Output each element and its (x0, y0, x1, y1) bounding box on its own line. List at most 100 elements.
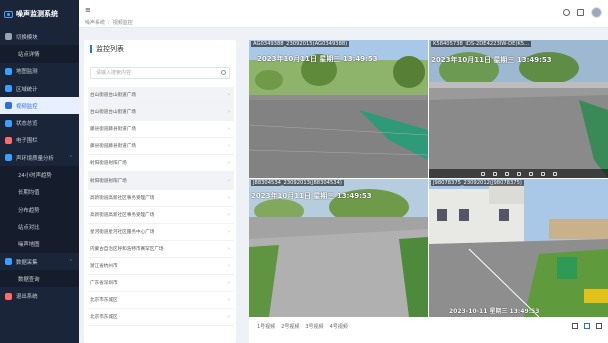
video-cell-1[interactable]: AG0349388_23092015(AG0349388) 2023年10月11… (249, 40, 428, 178)
video-control-bar (429, 169, 608, 178)
tab-video-4[interactable]: 4号视频 (330, 323, 348, 330)
video-cell-3[interactable]: J88304534_23092013(J88304534) 2023年10月11… (249, 179, 428, 317)
sidebar-item-label: 长期均值 (18, 190, 40, 197)
video-timestamp-3: 2023年10月11日 星期三 13:49:53 (251, 192, 372, 200)
brand-logo-icon (4, 10, 13, 18)
volume-icon[interactable] (540, 171, 545, 176)
monitor-icon (5, 119, 12, 127)
video-label-2: K58405738_iDS-2DE4223IW-DE(K5... (431, 41, 532, 47)
layout-quad-icon[interactable] (584, 323, 590, 329)
video-cell-2[interactable]: K58405738_iDS-2DE4223IW-DE(K5... 2023年10… (429, 40, 608, 178)
camera-icon (5, 102, 12, 110)
list-item-label: 星河街道星河社区服务中心广场 (90, 229, 155, 235)
layout-icons (572, 323, 602, 329)
snapshot-icon[interactable] (492, 171, 497, 176)
list-item[interactable]: 射阳街道射阳广场 › (88, 172, 234, 190)
sidebar-item-label: 声环境质量分析 (16, 155, 54, 162)
sidebar-item-1[interactable]: 站点详情 (0, 45, 79, 63)
monitor-list-panel: 监控列表 请输入搜索内容 台山街道台山街道广场 › 台山街道台山街道广场 › 藤县街道藤… (84, 40, 236, 343)
chevron-right-icon: › (228, 109, 230, 116)
tab-video-3[interactable]: 3号视频 (305, 323, 323, 330)
sidebar-item-0[interactable]: 切换模块 (0, 28, 79, 45)
layout-single-icon[interactable] (572, 323, 578, 329)
video-cell-4[interactable]: J98078375_23092012(J98078375) 2023-10-11… (429, 179, 608, 317)
list-item-label: 高新街道高新社区事务受理广场 (90, 195, 155, 201)
chevron-right-icon: › (228, 262, 230, 269)
chevron-right-icon: › (228, 194, 230, 201)
sidebar-item-label: 站点对比 (18, 224, 40, 231)
sidebar-item-15[interactable]: 退出系统 (0, 287, 79, 304)
list-item[interactable]: 台山街道台山街道广场 › (88, 104, 234, 122)
breadcrumb-home[interactable]: 噪声系统 (85, 20, 105, 26)
list-item[interactable]: 北京市东城区 › (88, 309, 234, 327)
sidebar-item-6[interactable]: 电子围栏 (0, 132, 79, 149)
chevron-right-icon: › (228, 160, 230, 167)
sidebar-item-2[interactable]: 地图监测 (0, 63, 79, 80)
list-item-label: 高新街道高新社区事务受理广场 (90, 212, 155, 218)
list-item[interactable]: 藤县街道藤县街道广场 › (88, 138, 234, 156)
video-timestamp-2: 2023年10月11日 星期三 13:49:53 (431, 56, 552, 64)
sidebar-item-label: 站点详情 (18, 51, 40, 58)
avatar[interactable] (591, 7, 602, 18)
sidebar-item-7[interactable]: 声环境质量分析 ⌃ (0, 149, 79, 166)
list-item[interactable]: 北京市东城区 › (88, 292, 234, 310)
list-item[interactable]: 内蒙古自治区呼和浩特市赛罕区广场 › (88, 241, 234, 258)
panel-title: 监控列表 (90, 45, 124, 53)
ptz-icon[interactable] (528, 171, 533, 176)
list-item[interactable]: 藤县街道藤县街道广场 › (88, 121, 234, 139)
wave-icon (5, 154, 12, 162)
list-item-label: 藤县街道藤县街道广场 (90, 127, 136, 133)
zoom-icon[interactable] (516, 171, 521, 176)
layout-nine-icon[interactable] (596, 323, 602, 329)
chevron-right-icon: › (228, 228, 230, 235)
fullscreen-video-icon[interactable] (552, 171, 557, 176)
chevron-right-icon: › (228, 177, 230, 184)
sidebar-item-5[interactable]: 状态总览 (0, 114, 79, 131)
list-item[interactable]: 星河街道星河社区服务中心广场 › (88, 224, 234, 241)
list-item-label: 射阳街道射阳广场 (90, 161, 127, 167)
refresh-icon[interactable] (563, 9, 570, 16)
list-item[interactable]: 高新街道高新社区事务受理广场 › (88, 207, 234, 224)
chevron-right-icon: › (228, 245, 230, 252)
menu-toggle-icon[interactable]: ≡ (85, 6, 91, 14)
list-item[interactable]: 台山街道台山街道广场 › (88, 87, 234, 105)
sidebar-item-13[interactable]: 数据采集 ⌃ (0, 253, 79, 270)
play-icon[interactable] (480, 171, 485, 176)
data-icon (5, 258, 12, 265)
sidebar-item-10[interactable]: 分布趋势 (0, 200, 79, 219)
sidebar-item-9[interactable]: 长期均值 (0, 183, 79, 201)
sidebar-item-label: 数据采集 (16, 259, 38, 266)
record-icon[interactable] (504, 171, 509, 176)
list-item-label: 北京市东城区 (90, 315, 118, 321)
sidebar-item-label: 切换模块 (16, 34, 38, 41)
chevron-up-icon[interactable]: ⌃ (69, 259, 73, 265)
list-item[interactable]: 广东省深圳市 › (88, 275, 234, 293)
sidebar-item-11[interactable]: 站点对比 (0, 218, 79, 236)
sidebar-item-label: 24小时声趋势 (18, 173, 52, 180)
sidebar-item-3[interactable]: 区域统计 (0, 80, 79, 97)
tab-video-2[interactable]: 2号视频 (281, 323, 299, 330)
list-item-label: 浙江省杭州市 (90, 263, 118, 269)
list-item[interactable]: 浙江省杭州市 › (88, 258, 234, 276)
sidebar-item-label: 电子围栏 (16, 138, 38, 145)
video-grid: AG0349388_23092015(AG0349388) 2023年10月11… (249, 40, 608, 343)
video-label-4: J98078375_23092012(J98078375) (431, 180, 524, 186)
chevron-right-icon: › (228, 280, 230, 287)
list-item-label: 台山街道台山街道广场 (90, 93, 136, 99)
breadcrumb-current: 视频监控 (112, 20, 133, 26)
chevron-up-icon[interactable]: ⌃ (69, 155, 73, 161)
list-item[interactable]: 高新街道高新社区事务受理广场 › (88, 190, 234, 207)
sidebar-nav: 切换模块站点详情地图监测 区域统计视频监控状态总览电子围栏声环境质量分析 ⌃ 24小时… (0, 28, 79, 305)
sidebar-item-8[interactable]: 24小时声趋势 (0, 166, 79, 184)
list-item[interactable]: 射阳街道射阳广场 › (88, 155, 234, 173)
search-icon[interactable] (221, 70, 226, 75)
tab-video-1[interactable]: 1号视频 (257, 323, 275, 330)
fullscreen-icon[interactable] (577, 9, 584, 16)
sidebar-item-label: 视频监控 (16, 103, 38, 110)
video-tabs: 1号视频 2号视频 3号视频 4号视频 (257, 323, 348, 330)
sidebar-item-14[interactable]: 数据查询 (0, 270, 79, 288)
search-input[interactable]: 请输入搜索内容 (90, 67, 230, 79)
sidebar-item-label: 状态总览 (16, 121, 38, 128)
sidebar-item-12[interactable]: 噪声地图 (0, 235, 79, 253)
sidebar-item-4[interactable]: 视频监控 (0, 97, 79, 115)
